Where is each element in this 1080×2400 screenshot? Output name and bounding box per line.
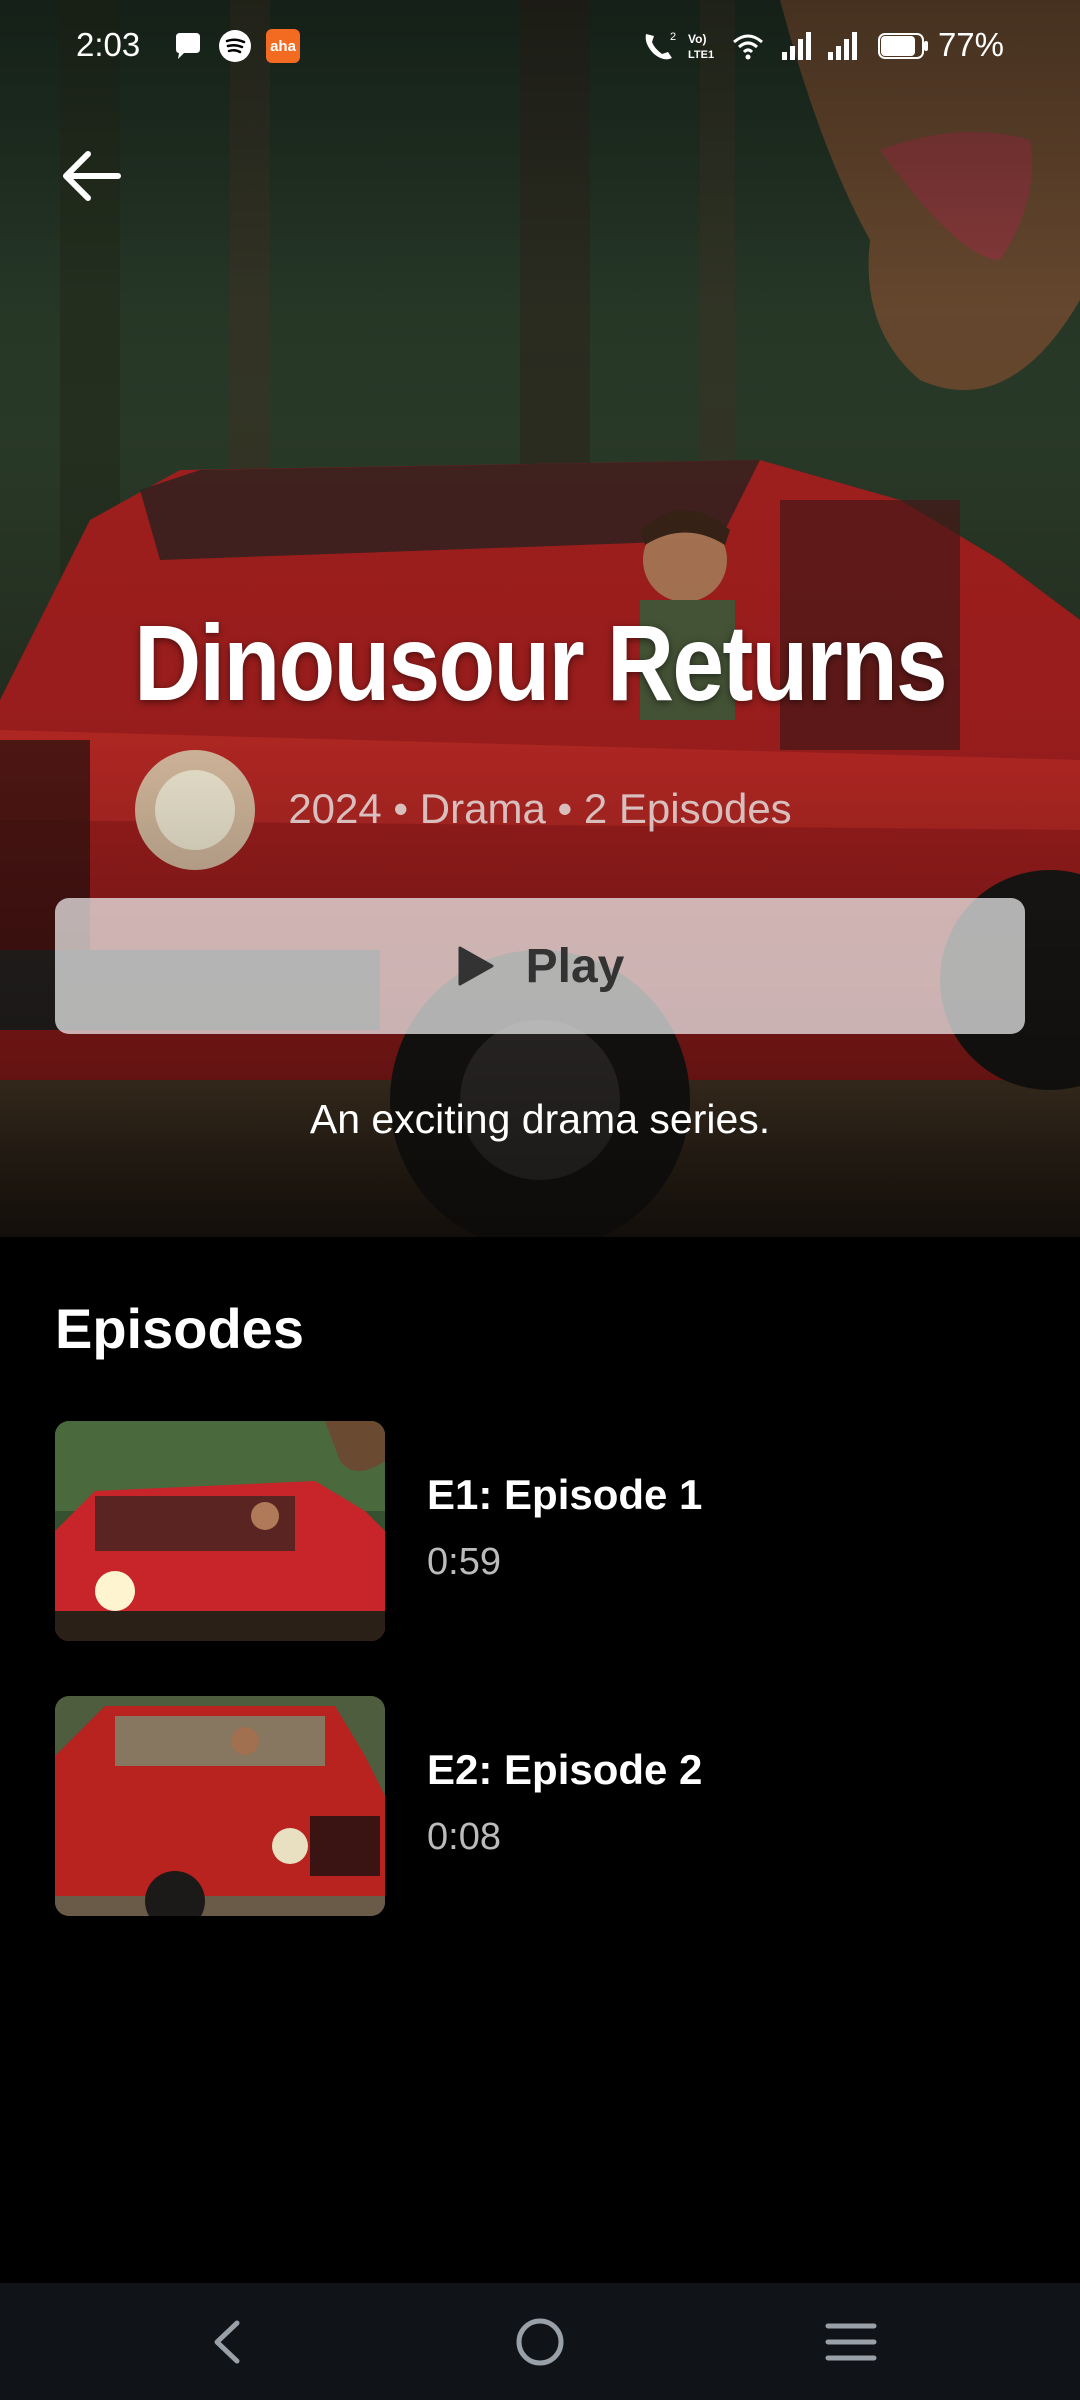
episode-item[interactable]: E2: Episode 2 0:08 <box>55 1696 1025 1916</box>
episode-duration: 0:08 <box>427 1816 501 1858</box>
signal-icon <box>824 28 860 64</box>
hero-banner: 2:03 aha 2 Vo) LTE1 77% Dinousour Return… <box>0 0 1080 1237</box>
aha-app-icon: aha <box>266 28 300 64</box>
spotify-icon <box>218 28 252 64</box>
chat-bubble-icon <box>170 28 204 64</box>
episode-thumbnail <box>55 1421 385 1641</box>
play-button[interactable]: Play <box>55 898 1025 1034</box>
status-bar: 2:03 aha 2 Vo) LTE1 77% <box>0 0 1080 95</box>
show-description: An exciting drama series. <box>309 1096 771 1142</box>
status-time: 2:03 <box>76 26 141 63</box>
episode-thumbnail <box>55 1696 385 1916</box>
back-nav-icon <box>214 2320 240 2364</box>
play-button-label: Play <box>525 939 625 993</box>
aha-label: aha <box>266 29 300 63</box>
back-button[interactable] <box>56 140 128 212</box>
episode-item[interactable]: E1: Episode 1 0:59 <box>55 1421 1025 1641</box>
signal-icon <box>778 28 814 64</box>
wifi-icon <box>730 28 766 64</box>
svg-text:Vo): Vo) <box>688 32 706 46</box>
episodes-heading: Episodes <box>55 1297 304 1360</box>
svg-text:2: 2 <box>670 31 676 43</box>
show-meta: 2024 • Drama • 2 Episodes <box>288 785 792 832</box>
home-nav-button[interactable] <box>507 2309 573 2375</box>
episode-title: E2: Episode 2 <box>427 1746 703 1793</box>
episode-duration: 0:59 <box>427 1541 501 1583</box>
show-title: Dinousour Returns <box>134 602 948 723</box>
battery-icon <box>878 28 930 64</box>
home-nav-icon <box>516 2318 564 2366</box>
back-nav-button[interactable] <box>194 2309 260 2375</box>
episode-title: E1: Episode 1 <box>427 1471 703 1518</box>
volte-icon: Vo) LTE1 <box>686 28 724 64</box>
menu-nav-icon <box>825 2323 877 2361</box>
arrow-left-icon <box>63 151 121 201</box>
play-icon <box>458 946 494 986</box>
system-nav-bar <box>0 2283 1080 2400</box>
wifi-call-icon: 2 <box>640 28 680 64</box>
svg-text:LTE1: LTE1 <box>688 49 714 61</box>
menu-nav-button[interactable] <box>818 2309 884 2375</box>
battery-percentage: 77% <box>937 26 1004 63</box>
